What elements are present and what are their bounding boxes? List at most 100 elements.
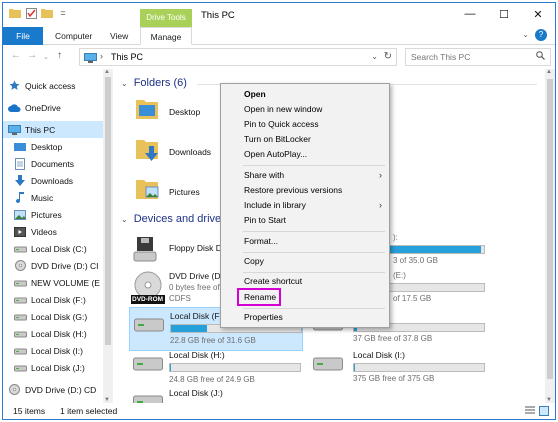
drive-tile-local-disk-j[interactable]: Local Disk (J:) bbox=[129, 385, 303, 403]
menu-separator bbox=[243, 272, 385, 273]
sidebar-item-dvd-drive-bottom[interactable]: DVD Drive (D:) CD bbox=[7, 381, 103, 398]
tab-view[interactable]: View bbox=[104, 27, 134, 45]
forward-arrow-icon[interactable]: → bbox=[27, 50, 37, 61]
drive-usage-fill bbox=[170, 364, 172, 371]
recent-locations-icon[interactable]: ⌄ bbox=[43, 53, 49, 61]
ribbon-tabs: File Computer View Manage ⌄ ? bbox=[3, 27, 555, 45]
sidebar-item-local-disk-i[interactable]: Local Disk (I:) bbox=[13, 342, 103, 359]
menu-item-format[interactable]: Format... bbox=[222, 234, 388, 249]
item-count: 15 items bbox=[13, 406, 46, 416]
address-dropdown-icon[interactable]: ⌄ bbox=[371, 52, 378, 61]
properties-check-icon[interactable] bbox=[25, 7, 37, 19]
scroll-up-icon[interactable]: ▲ bbox=[104, 69, 110, 75]
menu-item-turn-on-bitlocker[interactable]: Turn on BitLocker bbox=[222, 132, 388, 147]
sidebar-item-label: Desktop bbox=[31, 141, 63, 152]
tiles-view-icon[interactable] bbox=[539, 406, 549, 416]
close-icon[interactable]: ✕ bbox=[521, 3, 555, 25]
sidebar-item-documents[interactable]: Documents bbox=[13, 155, 103, 172]
help-icon[interactable]: ? bbox=[535, 29, 547, 41]
menu-item-open[interactable]: Open bbox=[222, 87, 388, 102]
videos-icon bbox=[13, 226, 27, 238]
new-folder-icon[interactable] bbox=[41, 7, 53, 19]
chevron-down-icon[interactable]: ⌄ bbox=[522, 30, 529, 39]
address-bar[interactable]: › This PC ⌄ ↻ bbox=[79, 48, 397, 66]
downloads-icon bbox=[13, 175, 27, 187]
content-scrollbar[interactable]: ▲ ▼ bbox=[545, 69, 555, 403]
desktop-folder-icon bbox=[13, 141, 27, 153]
qat-customize-icon[interactable]: = bbox=[57, 7, 69, 19]
drive-usage-bar bbox=[353, 363, 485, 372]
disk-icon bbox=[133, 355, 163, 373]
sidebar-item-downloads[interactable]: Downloads bbox=[13, 172, 103, 189]
sidebar-item-videos[interactable]: Videos bbox=[13, 223, 103, 240]
sidebar-item-this-pc[interactable]: This PC bbox=[3, 121, 103, 138]
sidebar-item-dvd-drive[interactable]: DVD Drive (D:) CI bbox=[13, 257, 103, 274]
up-arrow-icon[interactable]: ↑ bbox=[57, 50, 62, 61]
sidebar-item-label: Local Disk (H:) bbox=[31, 328, 87, 339]
scrollbar-thumb[interactable] bbox=[105, 77, 111, 345]
scrollbar-thumb[interactable] bbox=[547, 79, 553, 379]
menu-item-include-in-library[interactable]: Include in library › bbox=[222, 198, 388, 213]
sidebar-item-local-disk-f[interactable]: Local Disk (F:) bbox=[13, 291, 103, 308]
cloud-icon bbox=[7, 102, 21, 114]
search-icon[interactable] bbox=[536, 51, 545, 62]
sidebar-item-label: Local Disk (F:) bbox=[31, 294, 86, 305]
sidebar-item-local-disk-c[interactable]: Local Disk (C:) bbox=[13, 240, 103, 257]
pictures-folder-icon bbox=[135, 177, 161, 205]
back-arrow-icon[interactable]: ← bbox=[11, 50, 21, 61]
pictures-icon bbox=[13, 209, 27, 221]
tab-computer[interactable]: Computer bbox=[49, 27, 98, 45]
menu-item-share-with[interactable]: Share with › bbox=[222, 168, 388, 183]
quick-access-toolbar: = bbox=[9, 7, 69, 19]
maximize-icon[interactable]: ☐ bbox=[487, 3, 521, 25]
menu-item-properties[interactable]: Properties bbox=[222, 310, 388, 325]
breadcrumb-this-pc[interactable]: This PC bbox=[111, 52, 143, 62]
sidebar-item-desktop[interactable]: Desktop bbox=[13, 138, 103, 155]
drive-usage-fill bbox=[171, 325, 208, 332]
sidebar-item-new-volume-e[interactable]: NEW VOLUME (E bbox=[13, 274, 103, 291]
disk-icon bbox=[13, 311, 27, 323]
selection-count: 1 item selected bbox=[60, 406, 118, 416]
refresh-icon[interactable]: ↻ bbox=[384, 51, 392, 62]
sidebar-item-local-disk-j[interactable]: Local Disk (J:) bbox=[13, 359, 103, 376]
dvd-rom-badge: DVD-ROM bbox=[132, 296, 164, 303]
sidebar-item-quick-access[interactable]: Quick access bbox=[7, 77, 103, 94]
menu-item-open-autoplay[interactable]: Open AutoPlay... bbox=[222, 147, 388, 162]
chevron-right-icon: › bbox=[379, 170, 382, 180]
details-view-icon[interactable] bbox=[525, 406, 535, 416]
sidebar-item-label: Pictures bbox=[31, 209, 62, 220]
menu-item-create-shortcut[interactable]: Create shortcut bbox=[222, 274, 388, 289]
menu-item-restore-previous-versions[interactable]: Restore previous versions bbox=[222, 183, 388, 198]
menu-item-pin-quick-access[interactable]: Pin to Quick access bbox=[222, 117, 388, 132]
menu-item-open-new-window[interactable]: Open in new window bbox=[222, 102, 388, 117]
folders-section-header[interactable]: ⌄ Folders (6) bbox=[121, 77, 537, 89]
menu-item-pin-to-start[interactable]: Pin to Start bbox=[222, 213, 388, 228]
sidebar-item-pictures[interactable]: Pictures bbox=[13, 206, 103, 223]
sidebar-item-label: Local Disk (G:) bbox=[31, 311, 88, 322]
search-input[interactable] bbox=[405, 48, 551, 66]
breadcrumb-separator-icon: › bbox=[100, 51, 103, 61]
tab-manage[interactable]: Manage bbox=[140, 27, 192, 45]
chevron-down-icon: ⌄ bbox=[121, 214, 128, 224]
title-bar: = Drive Tools This PC — ☐ ✕ bbox=[3, 3, 555, 27]
minimize-icon[interactable]: — bbox=[453, 3, 487, 25]
folder-icon[interactable] bbox=[9, 7, 21, 19]
devices-section-header[interactable]: ⌄ Devices and drives bbox=[121, 213, 227, 225]
scroll-up-icon[interactable]: ▲ bbox=[546, 69, 552, 75]
sidebar-item-music[interactable]: Music bbox=[13, 189, 103, 206]
downloads-folder-icon bbox=[135, 137, 161, 165]
sidebar-item-local-disk-g[interactable]: Local Disk (G:) bbox=[13, 308, 103, 325]
tab-file[interactable]: File bbox=[3, 27, 43, 45]
sidebar-item-label: Quick access bbox=[25, 80, 76, 91]
sidebar-item-local-disk-h[interactable]: Local Disk (H:) bbox=[13, 325, 103, 342]
sidebar-item-onedrive[interactable]: OneDrive bbox=[7, 99, 103, 116]
status-bar: 15 items 1 item selected bbox=[3, 403, 555, 419]
sidebar-item-label: Documents bbox=[31, 158, 74, 169]
dvd-icon bbox=[7, 384, 21, 396]
menu-item-copy[interactable]: Copy bbox=[222, 254, 388, 269]
drive-tile-local-disk-i[interactable]: Local Disk (I:) 375 GB free of 375 GB bbox=[309, 347, 485, 391]
disk-icon bbox=[13, 345, 27, 357]
navigation-pane: Quick access OneDrive This PC Desktop Do… bbox=[3, 69, 103, 403]
sidebar-item-label: OneDrive bbox=[25, 102, 61, 113]
navigation-pane-scrollbar[interactable]: ▲ ▼ bbox=[103, 69, 113, 403]
